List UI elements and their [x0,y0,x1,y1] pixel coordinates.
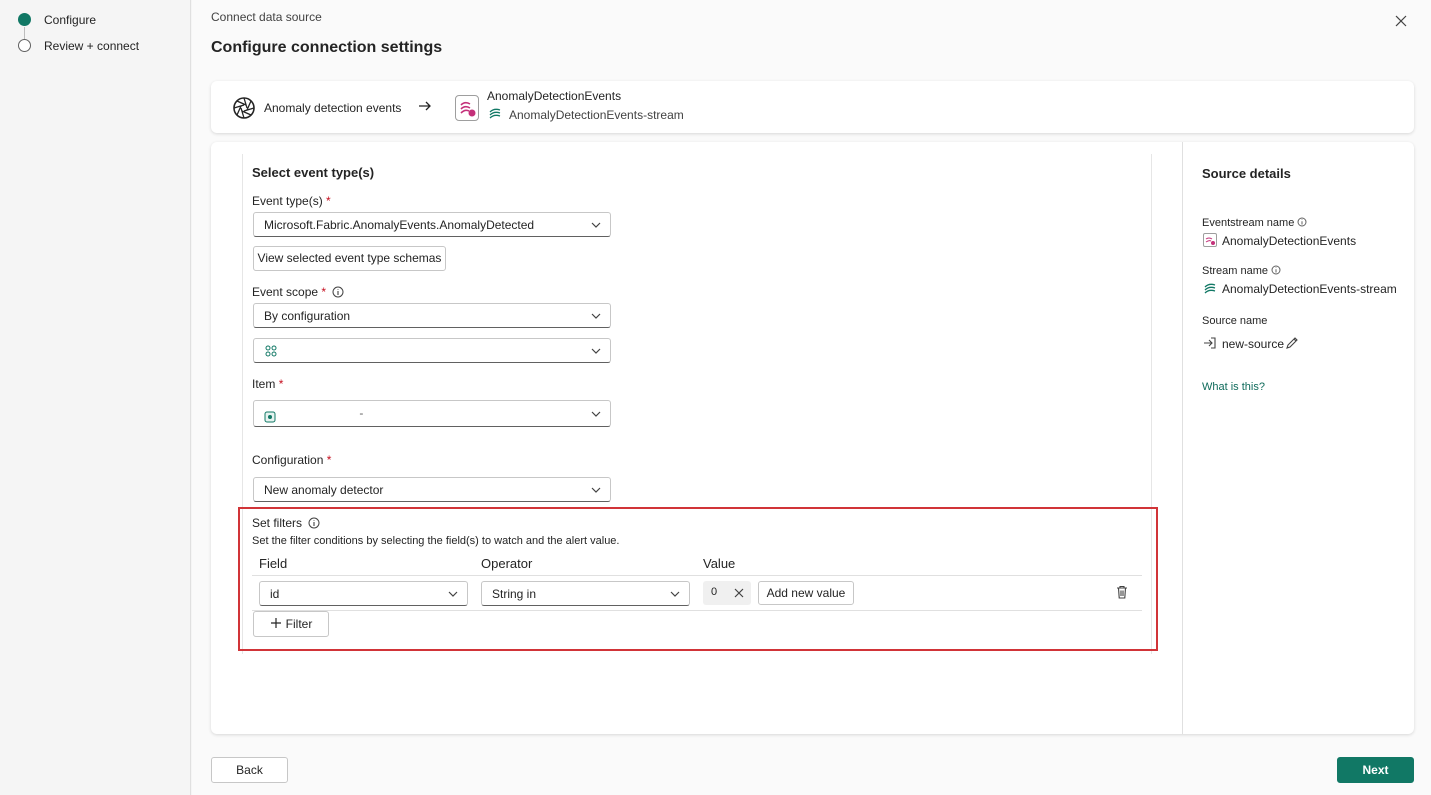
chevron-down-icon [591,411,601,417]
dismiss-icon [734,588,744,598]
chevron-down-icon [670,591,680,597]
stream-name-label: Stream name [1202,265,1281,277]
step-review-label[interactable]: Review + connect [44,39,139,53]
eventstream-name-value: AnomalyDetectionEvents [1222,234,1357,248]
connection-flow-card: Anomaly detection events AnomalyDetectio… [211,81,1414,133]
value-chip: 0 [703,581,751,605]
eventstream-icon [1203,233,1217,247]
event-scope-dropdown[interactable]: By configuration [253,303,611,328]
configuration-label: Configuration * [252,453,332,467]
event-scope-label: Event scope * [252,285,344,299]
info-icon[interactable] [1297,217,1307,227]
plus-icon [270,618,281,628]
filters-description: Set the filter conditions by selecting t… [252,535,620,547]
eventstream-icon [455,95,479,121]
arrow-right-icon [418,99,432,113]
item-icon [264,411,276,423]
trash-icon [1117,585,1127,599]
chevron-down-icon [448,591,458,597]
add-filter-button[interactable]: Filter [253,611,329,637]
column-header-value: Value [703,556,736,571]
delete-filter-button[interactable] [1114,584,1130,600]
event-types-label: Event type(s) * [252,194,331,208]
source-name-value: new-source [1222,337,1285,351]
item-dropdown[interactable]: - [253,400,611,427]
panel-divider [1182,142,1183,734]
destination-title: AnomalyDetectionEvents [487,89,622,103]
page-title: Configure connection settings [211,39,443,56]
source-name: Anomaly detection events [264,101,402,115]
destination-stream: AnomalyDetectionEvents-stream [509,108,684,122]
item-value: - [359,406,364,420]
filter-operator-dropdown[interactable]: String in [481,581,690,606]
filters-highlight-box [238,507,1158,651]
source-details-title: Source details [1202,166,1291,181]
filter-header-divider [252,575,1142,576]
workspace-dropdown[interactable] [253,338,611,363]
eventstream-name-label: Eventstream name [1202,217,1307,229]
source-name-label: Source name [1202,315,1268,327]
next-button[interactable]: Next [1337,757,1414,783]
step-configure-indicator [18,13,31,26]
back-button[interactable]: Back [211,757,288,783]
close-icon [1395,15,1407,27]
aperture-icon [232,96,256,120]
stream-name-value: AnomalyDetectionEvents-stream [1222,282,1397,296]
sign-in-icon [1203,336,1217,350]
chevron-down-icon [591,348,601,354]
workspace-icon [265,345,277,357]
stream-icon [488,107,502,121]
column-header-operator: Operator [481,556,533,571]
remove-value-button[interactable] [727,581,751,605]
add-new-value-button[interactable]: Add new value [758,581,854,605]
pencil-icon [1286,337,1298,349]
info-icon[interactable] [1271,265,1281,275]
stream-icon [1203,282,1217,296]
event-types-dropdown[interactable]: Microsoft.Fabric.AnomalyEvents.AnomalyDe… [253,212,611,237]
step-review-indicator [18,39,31,52]
step-connector [24,27,25,39]
info-icon[interactable] [308,517,320,529]
chevron-down-icon [591,313,601,319]
section-title: Select event type(s) [252,165,375,180]
value-chip-text: 0 [711,586,718,598]
column-header-field: Field [259,556,288,571]
breadcrumb: Connect data source [211,10,322,24]
filter-row-divider [252,610,1142,611]
stepper-pane: Configure Review + connect [0,0,191,795]
item-label: Item * [252,377,284,391]
close-button[interactable] [1392,12,1410,30]
chevron-down-icon [591,487,601,493]
view-schemas-button[interactable]: View selected event type schemas [253,246,446,271]
info-icon[interactable] [332,286,344,298]
filter-field-dropdown[interactable]: id [259,581,468,606]
edit-source-name-button[interactable] [1285,336,1299,350]
chevron-down-icon [591,222,601,228]
configuration-dropdown[interactable]: New anomaly detector [253,477,611,502]
what-is-this-link[interactable]: What is this? [1202,381,1265,393]
filters-title: Set filters [252,516,320,530]
step-configure-label[interactable]: Configure [44,13,96,27]
